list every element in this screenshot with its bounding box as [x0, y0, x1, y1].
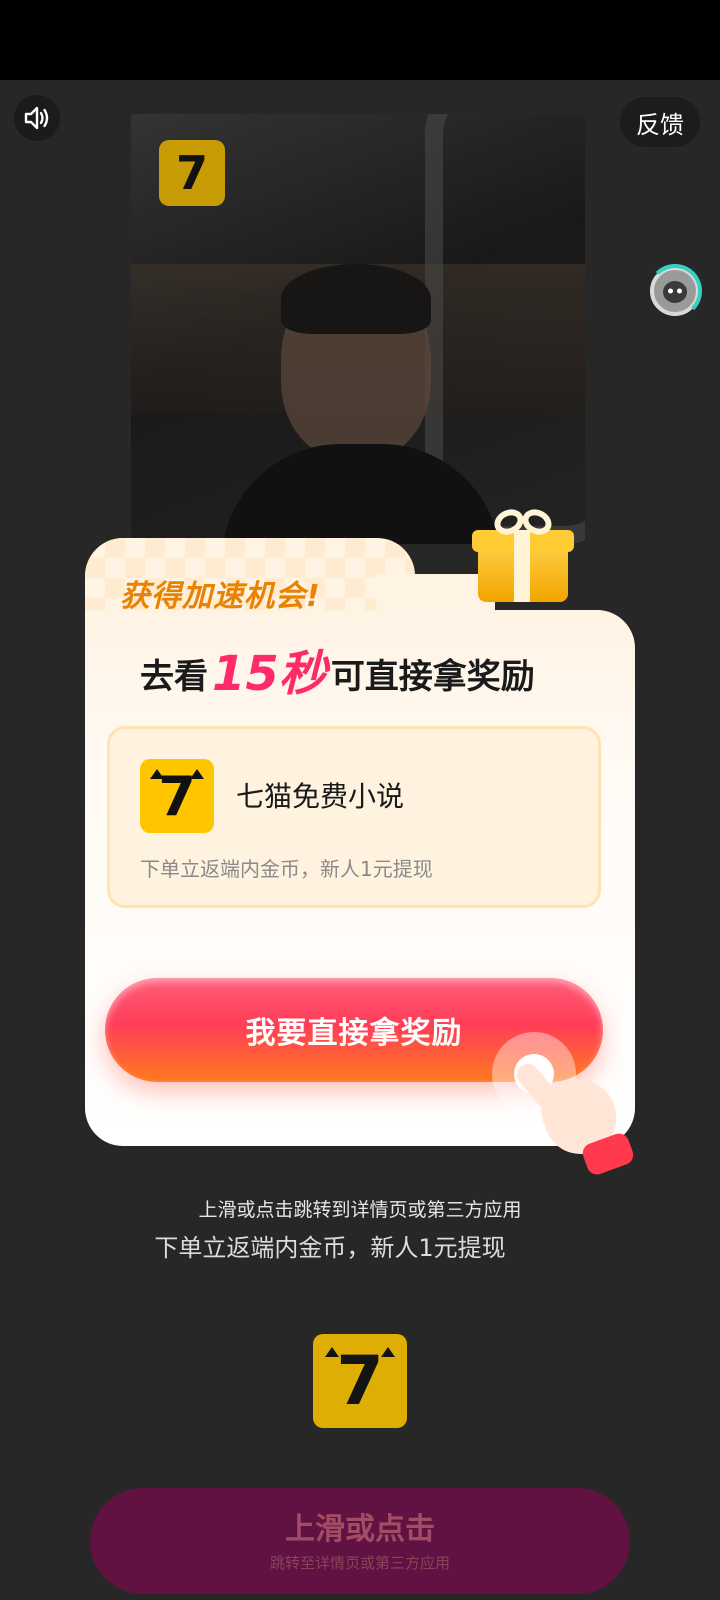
ad-description: 下单立返端内金币，新人1元提现: [0, 1228, 720, 1263]
logo-glyph: 7: [158, 764, 196, 828]
tap-hand-icon: [492, 1020, 642, 1178]
logo-glyph: 7: [336, 1341, 384, 1421]
bottom-app-logo[interactable]: 7: [313, 1334, 407, 1428]
swipe-or-tap-button[interactable]: 上滑或点击 跳转至详情页或第三方应用: [90, 1488, 630, 1594]
video-person-hair: [281, 264, 431, 334]
app-description: 下单立返端内金币，新人1元提现: [140, 857, 433, 881]
headline-suffix: 可直接拿奖励: [330, 657, 535, 697]
popup-headline: 去看 15秒 可直接拿奖励: [140, 628, 535, 698]
sound-toggle-button[interactable]: [14, 95, 60, 141]
status-bar: [0, 0, 720, 80]
ad-video[interactable]: 7: [131, 114, 585, 544]
headline-highlight: 15秒: [212, 646, 327, 702]
app-logo: 7: [140, 759, 214, 833]
bottom-cta-subtitle: 跳转至详情页或第三方应用: [269, 1554, 450, 1572]
bottom-cta-title: 上滑或点击: [285, 1512, 435, 1547]
headline-prefix: 去看: [140, 657, 208, 697]
ad-description-text: 下单立返端内金币，新人1元提现: [154, 1234, 506, 1262]
swipe-hint: 上滑或点击跳转到详情页或第三方应用: [198, 1199, 522, 1221]
avatar-button[interactable]: [648, 264, 702, 318]
feedback-button[interactable]: 反馈: [620, 97, 700, 147]
speaker-icon: [24, 106, 49, 130]
video-watermark-logo: 7: [159, 140, 225, 206]
app-card[interactable]: 7 七猫免费小说 下单立返端内金币，新人1元提现: [107, 726, 601, 908]
popup-tab-title: 获得加速机会!: [120, 579, 321, 614]
progress-ring: [648, 264, 702, 318]
gift-box-icon: [468, 504, 578, 604]
app-name: 七猫免费小说: [236, 780, 405, 813]
